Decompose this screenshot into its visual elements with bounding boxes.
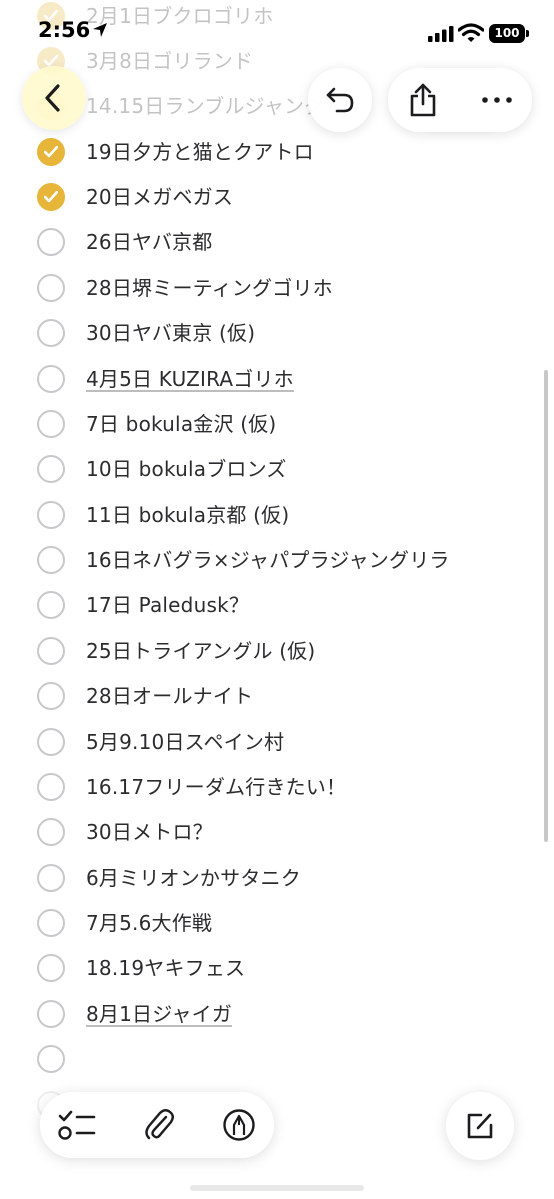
checklist-item-empty[interactable] <box>0 1038 554 1083</box>
checklist-item-label[interactable]: 14.15日ランブルジャングル <box>86 92 345 120</box>
ellipsis-icon[interactable] <box>482 97 512 103</box>
checklist-item-label[interactable]: 17日 Paledusk？ <box>86 591 249 619</box>
checklist-item-label[interactable]: 19日夕方と猫とクアトロ <box>86 138 314 166</box>
checklist-item-label[interactable]: 8月1日ジャイガ <box>86 1000 232 1028</box>
checklist-item[interactable]: 25日トライアングル (仮) <box>0 630 554 675</box>
markup-pen-icon[interactable] <box>222 1108 256 1142</box>
battery-icon: 100 <box>489 24 529 43</box>
checklist-item[interactable]: 8月1日ジャイガ <box>0 993 554 1038</box>
checklist-item-label[interactable]: 16日ネバグラ×ジャパプラジャングリラ <box>86 546 450 574</box>
wifi-icon <box>458 23 484 42</box>
checklist-item[interactable]: 7月5.6大作戦 <box>0 902 554 947</box>
empty-circle-icon[interactable] <box>37 365 65 393</box>
compose-icon <box>467 1113 493 1139</box>
checklist-item-label[interactable]: 30日ヤバ東京 (仮) <box>86 319 255 347</box>
empty-circle-icon[interactable] <box>37 773 65 801</box>
empty-circle-icon[interactable] <box>37 1045 65 1073</box>
checklist-item-label[interactable]: 10日 bokulaブロンズ <box>86 455 287 483</box>
checklist-item[interactable]: 16.17フリーダム行きたい！ <box>0 766 554 811</box>
back-button[interactable] <box>22 66 86 130</box>
empty-circle-icon[interactable] <box>37 228 65 256</box>
undo-icon <box>326 87 354 113</box>
checklist-item[interactable]: 28日堺ミーティングゴリホ <box>0 267 554 312</box>
status-bar: 2:56 100 <box>0 0 554 58</box>
checklist-item[interactable]: 17日 Paledusk？ <box>0 584 554 629</box>
checklist-item[interactable]: 6月ミリオンかサタニク <box>0 857 554 902</box>
checklist-item-label[interactable]: 30日メトロ？ <box>86 818 213 846</box>
empty-circle-icon[interactable] <box>37 864 65 892</box>
empty-circle-icon[interactable] <box>37 637 65 665</box>
checklist-item-label[interactable]: 26日ヤバ京都 <box>86 228 212 256</box>
share-icon[interactable] <box>408 82 438 118</box>
checklist-item[interactable]: 30日メトロ？ <box>0 811 554 856</box>
checklist-item-label[interactable]: 28日オールナイト <box>86 682 253 710</box>
empty-circle-icon[interactable] <box>37 274 65 302</box>
checklist-item[interactable]: 26日ヤバ京都 <box>0 221 554 266</box>
checklist-item[interactable]: 20日メガベガス <box>0 176 554 221</box>
checklist-item[interactable]: 19日夕方と猫とクアトロ <box>0 131 554 176</box>
checklist-item[interactable]: 5月9.10日スペイン村 <box>0 721 554 766</box>
checklist-item-label[interactable]: 16.17フリーダム行きたい！ <box>86 773 346 801</box>
empty-circle-icon[interactable] <box>37 319 65 347</box>
checklist-item-label[interactable]: 20日メガベガス <box>86 183 233 211</box>
checkmark-circle-icon[interactable] <box>37 138 65 166</box>
status-time: 2:56 <box>38 18 91 42</box>
paperclip-icon[interactable] <box>144 1108 174 1142</box>
checklist-item-label[interactable]: 5月9.10日スペイン村 <box>86 728 284 756</box>
checkmark-circle-icon[interactable] <box>37 183 65 211</box>
chevron-left-icon <box>45 84 60 112</box>
empty-circle-icon[interactable] <box>37 909 65 937</box>
empty-circle-icon[interactable] <box>37 591 65 619</box>
checklist-item[interactable]: 16日ネバグラ×ジャパプラジャングリラ <box>0 539 554 584</box>
empty-circle-icon[interactable] <box>37 682 65 710</box>
checklist-icon[interactable] <box>58 1109 96 1141</box>
checklist-item[interactable]: 7日 bokula金沢 (仮) <box>0 403 554 448</box>
empty-circle-icon[interactable] <box>37 818 65 846</box>
empty-circle-icon[interactable] <box>37 728 65 756</box>
home-indicator <box>190 1185 364 1191</box>
checklist-item[interactable]: 10日 bokulaブロンズ <box>0 448 554 493</box>
empty-circle-icon[interactable] <box>37 455 65 483</box>
empty-circle-icon[interactable] <box>37 410 65 438</box>
checklist-item-label[interactable]: 7月5.6大作戦 <box>86 909 212 937</box>
checklist-item[interactable]: 28日オールナイト <box>0 675 554 720</box>
empty-circle-icon[interactable] <box>37 1000 65 1028</box>
checklist-item[interactable]: 11日 bokula京都 (仮) <box>0 494 554 539</box>
checklist-item-label[interactable]: 11日 bokula京都 (仮) <box>86 501 289 529</box>
checklist-item[interactable]: 30日ヤバ東京 (仮) <box>0 312 554 357</box>
empty-circle-icon[interactable] <box>37 501 65 529</box>
checklist-item-label[interactable]: 6月ミリオンかサタニク <box>86 864 301 892</box>
checklist-item-label[interactable]: 28日堺ミーティングゴリホ <box>86 274 333 302</box>
checklist-item-label[interactable]: 25日トライアングル (仮) <box>86 637 315 665</box>
checklist-item-label[interactable]: 18.19ヤキフェス <box>86 954 245 982</box>
bottom-toolbar <box>40 1092 274 1158</box>
checklist-item[interactable]: 18.19ヤキフェス <box>0 947 554 992</box>
checklist-item-label[interactable]: 4月5日 KUZIRAゴリホ <box>86 365 294 393</box>
checklist-item-label[interactable]: 7日 bokula金沢 (仮) <box>86 410 276 438</box>
cellular-signal-icon <box>428 26 454 42</box>
compose-button[interactable] <box>446 1092 514 1160</box>
undo-button[interactable] <box>308 68 372 132</box>
actions-pill <box>388 68 532 132</box>
empty-circle-icon[interactable] <box>37 954 65 982</box>
checklist-item[interactable]: 4月5日 KUZIRAゴリホ <box>0 358 554 403</box>
location-arrow-icon <box>93 23 107 37</box>
scroll-indicator[interactable] <box>544 370 548 842</box>
empty-circle-icon[interactable] <box>37 546 65 574</box>
